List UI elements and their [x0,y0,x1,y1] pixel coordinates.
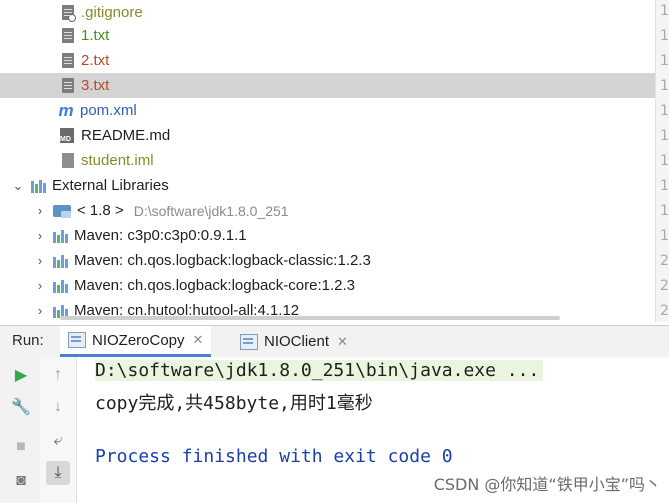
tree-item-label: External Libraries [52,177,169,194]
tab-label: NIOClient [264,333,330,350]
run-left-toolbar: ▶ 🔧 ■ ◙ [0,357,41,503]
tree-item-label: pom.xml [80,102,137,119]
tab-label: NIOZeroCopy [92,331,185,349]
run-tool-window-header: Run: NIOZeroCopy ✕ NIOClient ✕ [0,325,669,358]
tree-item-label: README.md [81,127,171,144]
line-number: 1 [660,78,669,94]
chevron-right-icon[interactable]: › [33,303,47,318]
chevron-right-icon[interactable]: › [33,228,47,243]
library-icon [53,254,69,268]
tree-item-gitignore[interactable]: .gitignore [0,0,655,25]
horizontal-scrollbar[interactable] [60,316,560,320]
tree-item-label: student.iml [81,152,154,169]
wrench-icon[interactable]: 🔧 [9,395,33,419]
tree-item-external-libraries[interactable]: ⌄ External Libraries [0,173,655,198]
chevron-right-icon[interactable]: › [33,253,47,268]
text-file-icon [62,78,74,93]
chevron-down-icon[interactable]: ⌄ [11,178,25,194]
line-number: 1 [660,28,669,44]
line-number: 1 [660,203,669,219]
text-file-icon [62,53,74,68]
jdk-icon [53,204,71,218]
rerun-icon[interactable]: ▶ [9,363,33,387]
tree-item-library[interactable]: › Maven: ch.qos.logback:logback-classic:… [0,248,655,273]
tree-item-label: 2.txt [81,52,110,69]
markdown-file-icon: MD [60,128,74,143]
line-number: 1 [660,3,669,19]
tree-item-label: .gitignore [81,4,143,21]
tree-item-library[interactable]: › Maven: ch.qos.logback:logback-core:1.2… [0,273,655,298]
tree-item-label: 3.txt [81,77,110,94]
camera-icon[interactable]: ◙ [9,469,33,493]
run-config-icon [240,333,258,350]
tree-item-jdk[interactable]: › < 1.8 > D:\software\jdk1.8.0_251 [0,198,655,223]
chevron-right-icon[interactable]: › [33,278,47,293]
close-icon[interactable]: ✕ [337,334,348,350]
tree-item-2-txt[interactable]: 2.txt [0,48,655,73]
gitignore-file-icon [62,5,76,22]
arrow-down-icon[interactable]: ↓ [46,395,70,419]
tree-item-pom-xml[interactable]: m pom.xml [0,98,655,123]
tree-item-label: Maven: ch.qos.logback:logback-core:1.2.3 [74,277,355,294]
console-output[interactable]: D:\software\jdk1.8.0_251\bin\java.exe ..… [77,357,669,503]
tab-nioclient[interactable]: NIOClient ✕ [232,326,356,357]
console-line: D:\software\jdk1.8.0_251\bin\java.exe ..… [95,360,544,381]
tab-niozerocopy[interactable]: NIOZeroCopy ✕ [60,326,212,357]
soft-wrap-icon[interactable]: ⤶ [46,429,70,453]
line-number: 1 [660,228,669,244]
tree-item-label: < 1.8 > [77,202,124,219]
tree-item-student-iml[interactable]: student.iml [0,148,655,173]
iml-file-icon [62,153,74,168]
line-number: 1 [660,103,669,119]
scroll-to-end-icon[interactable]: ⤓ [46,461,70,485]
tree-item-label: 1.txt [81,27,110,44]
line-number: 1 [660,128,669,144]
editor-gutter: 1 1 1 1 1 1 1 1 1 1 2 2 2 [655,0,669,322]
tree-item-detail: D:\software\jdk1.8.0_251 [133,202,289,219]
text-file-icon [62,28,74,43]
libraries-icon [31,179,47,193]
library-icon [53,229,69,243]
tree-item-label: Maven: ch.qos.logback:logback-classic:1.… [74,252,371,269]
tree-item-3-txt[interactable]: 3.txt [0,73,655,98]
tree-item-readme[interactable]: MD README.md [0,123,655,148]
maven-icon: m [58,100,74,120]
line-number: 2 [660,253,669,269]
chevron-right-icon[interactable]: › [33,203,47,218]
line-number: 2 [660,303,669,319]
project-tree: .gitignore 1.txt 2.txt 3.txt m pom.xml M… [0,0,655,322]
tree-item-label: Maven: c3p0:c3p0:0.9.1.1 [74,227,247,244]
console-line: copy完成,共458byte,用时1毫秒 [95,393,373,414]
tree-item-1-txt[interactable]: 1.txt [0,23,655,48]
tree-item-library[interactable]: › Maven: c3p0:c3p0:0.9.1.1 [0,223,655,248]
arrow-up-icon[interactable]: ↑ [46,363,70,387]
line-number: 1 [660,53,669,69]
console-line: Process finished with exit code 0 [95,446,453,467]
library-icon [53,279,69,293]
stop-icon[interactable]: ■ [9,435,33,459]
watermark: CSDN @你知道“铁甲小宝”吗丶 [433,475,661,494]
run-config-icon [68,332,86,348]
close-icon[interactable]: ✕ [193,332,204,348]
line-number: 2 [660,278,669,294]
line-number: 1 [660,153,669,169]
run-label: Run: [12,332,44,349]
run-console-toolbar: ↑ ↓ ⤶ ⤓ [40,357,77,503]
line-number: 1 [660,178,669,194]
